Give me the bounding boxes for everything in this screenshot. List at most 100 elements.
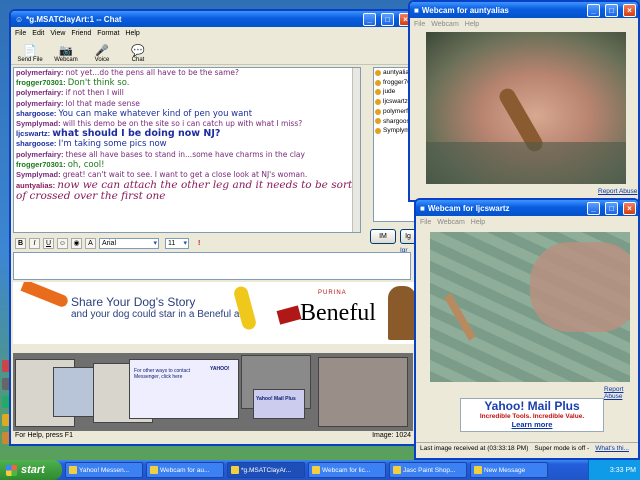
close-button[interactable]: × [623, 201, 636, 215]
buzz-icon[interactable]: ! [198, 240, 200, 247]
message-sender[interactable]: polymerfairy: [16, 88, 64, 97]
message-text: these all have bases to stand in...some … [65, 149, 305, 159]
ad-subtitle: Incredible Tools. Incredible Value. [479, 413, 585, 420]
menu-file[interactable]: File [414, 21, 425, 28]
menu-help[interactable]: Help [125, 30, 139, 37]
chat-message: frogger70301: oh, cool! [16, 160, 358, 170]
transcript-scrollbar[interactable] [352, 68, 360, 232]
message-input[interactable] [13, 252, 411, 280]
message-text: what should I be doing now NJ? [52, 128, 221, 140]
emoticon-button[interactable]: ☺ [57, 237, 68, 249]
chat-button[interactable]: 💬 Chat [123, 43, 153, 64]
message-sender[interactable]: Symplymad: [16, 119, 61, 128]
ad-headline: Share Your Dog's Story [71, 295, 196, 309]
close-button[interactable]: × [623, 3, 636, 17]
maximize-button[interactable]: □ [605, 201, 618, 215]
menu-help[interactable]: Help [471, 219, 485, 226]
message-sender[interactable]: ljcswartz: [16, 129, 50, 138]
chat-toolbar: 📄 Send File 📷 Webcam 🎤 Voice 💬 Chat [11, 39, 414, 65]
chat-title-bar[interactable]: ☺ *g.MSATClayArt:1 -- Chat _ □ × [11, 11, 414, 27]
clock[interactable]: 3:33 PM [610, 467, 636, 474]
chat-message: frogger70301: Don't think so. [16, 78, 358, 88]
message-sender[interactable]: auntyalias: [16, 181, 55, 190]
webcam-icon: 📷 [59, 44, 73, 57]
yahoo-mail-plus-ad[interactable]: Yahoo! Mail Plus Incredible Tools. Incre… [460, 398, 604, 432]
message-sender[interactable]: frogger70301: [16, 160, 66, 169]
format-toolbar: B I U ☺ ◉ A Arial 11 ! [13, 236, 414, 250]
learn-more-link[interactable]: Learn more [461, 420, 603, 429]
message-text: Don't think so. [67, 78, 130, 89]
message-sender[interactable]: shargoose: [16, 139, 56, 148]
minimize-button[interactable]: _ [363, 12, 376, 26]
task-webcam-ljcswartz[interactable]: Webcam for lic... [308, 462, 386, 478]
minimize-button[interactable]: _ [587, 3, 600, 17]
task-label: *g.MSATClayAr... [241, 466, 292, 474]
task-webcam-auntyalias[interactable]: Webcam for au... [146, 462, 224, 478]
italic-button[interactable]: I [29, 237, 40, 249]
user-name: jude [383, 88, 396, 96]
chat-transcript[interactable]: polymerfairy: not yet...do the pens all … [13, 67, 361, 233]
font-select[interactable]: Arial [99, 237, 159, 249]
yahoo-icon [69, 466, 77, 474]
message-text: now we can attach the other leg and it n… [16, 179, 353, 203]
chat-bubble-icon: 💬 [131, 44, 145, 57]
webcam1-title-bar[interactable]: ■ Webcam for auntyalias _ □ × [410, 2, 638, 18]
webcam1-menu-bar: File Webcam Help [410, 18, 638, 30]
chat-message: polymerfairy: lol that made sense [16, 99, 358, 109]
menu-friend[interactable]: Friend [71, 30, 91, 37]
beneful-ad-banner[interactable]: Share Your Dog's Story and your dog coul… [13, 282, 414, 344]
task-new-message[interactable]: New Message [470, 462, 548, 478]
message-sender[interactable]: polymerfairy: [16, 99, 64, 108]
message-sender[interactable]: Symplymad: [16, 170, 61, 179]
message-text: I'm taking some pics now [58, 139, 167, 150]
webcam-status-bar: Last image received at (03:33:18 PM) Sup… [416, 442, 638, 454]
report-abuse-link[interactable]: Report Abuse [598, 188, 637, 195]
thumbnail-text: For other ways to contact Messenger, cli… [134, 368, 191, 380]
webcam2-title-bar[interactable]: ■ Webcam for ljcswartz _ □ × [416, 200, 638, 216]
webcam-label: Webcam [54, 57, 78, 63]
user-status-icon [375, 98, 381, 105]
underline-button[interactable]: U [43, 237, 54, 249]
maximize-button[interactable]: □ [605, 3, 618, 17]
style-button[interactable]: A [85, 237, 96, 249]
font-size-select[interactable]: 11 [165, 237, 189, 249]
task-yahoo-messenger[interactable]: Yahoo! Messen... [65, 462, 143, 478]
menu-format[interactable]: Format [97, 30, 119, 37]
message-sender[interactable]: shargoose: [16, 109, 56, 118]
user-status-icon [375, 118, 381, 125]
message-sender[interactable]: polymerfairy: [16, 150, 64, 159]
message-text: You can make whatever kind of pen you wa… [58, 108, 253, 119]
menu-webcam[interactable]: Webcam [437, 219, 465, 226]
last-image-text: Last image received at (03:33:18 PM) [420, 445, 529, 452]
thumbnail-text: Yahoo! Mail Plus [256, 396, 296, 402]
minimize-button[interactable]: _ [587, 201, 600, 215]
task-label: Webcam for au... [160, 466, 210, 474]
menu-view[interactable]: View [50, 30, 65, 37]
menu-help[interactable]: Help [465, 21, 479, 28]
food-bag-graphic [276, 305, 302, 325]
menu-file[interactable]: File [420, 219, 431, 226]
color-button[interactable]: ◉ [71, 237, 82, 249]
voice-button[interactable]: 🎤 Voice [87, 43, 117, 64]
webcam-button[interactable]: 📷 Webcam [51, 43, 81, 64]
menu-edit[interactable]: Edit [32, 30, 44, 37]
bold-button[interactable]: B [15, 237, 26, 249]
menu-webcam[interactable]: Webcam [431, 21, 459, 28]
message-sender[interactable]: frogger70301: [16, 78, 66, 87]
report-abuse-link[interactable]: Report Abuse [604, 386, 638, 400]
maximize-button[interactable]: □ [381, 12, 394, 26]
webcam-window-ljcswartz: ■ Webcam for ljcswartz _ □ × File Webcam… [414, 198, 640, 460]
menu-file[interactable]: File [15, 30, 26, 37]
message-text: not yet...do the pens all have to be the… [65, 68, 239, 77]
start-button[interactable]: start [0, 460, 62, 480]
user-status-icon [375, 108, 381, 115]
task-chat[interactable]: *g.MSATClayAr... [227, 462, 305, 478]
send-file-button[interactable]: 📄 Send File [15, 43, 45, 64]
task-label: New Message [484, 466, 526, 474]
webcam-video-feed [426, 32, 626, 184]
message-sender[interactable]: polymerfairy: [16, 68, 64, 77]
whats-this-link[interactable]: What's thi... [595, 445, 629, 452]
windows-logo-icon [6, 464, 17, 476]
task-paint-shop[interactable]: Jasc Paint Shop... [389, 462, 467, 478]
hand-graphic [530, 242, 630, 332]
